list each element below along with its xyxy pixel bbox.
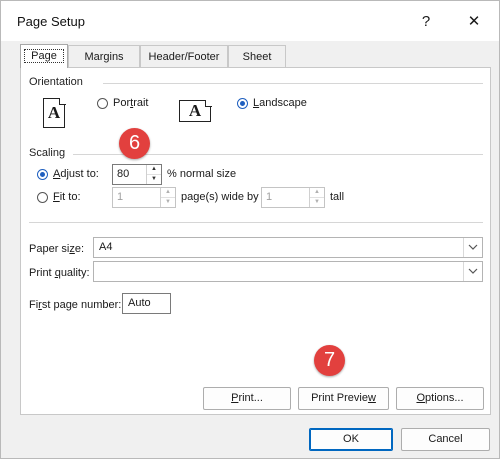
fit-to-label[interactable]: Fit to: xyxy=(53,191,81,203)
adjust-to-label[interactable]: Adjust to: xyxy=(53,168,99,180)
tab-margins[interactable]: Margins xyxy=(68,45,140,67)
spin-down-icon[interactable]: ▼ xyxy=(147,175,161,184)
first-page-number-label: First page number: xyxy=(29,299,122,311)
tab-page[interactable]: Page xyxy=(20,44,68,68)
fit-tall-stepper[interactable]: 1 ▲ ▼ xyxy=(261,187,325,208)
print-quality-label: Print quality: xyxy=(29,267,90,279)
title-bar: Page Setup ? ✕ xyxy=(1,1,499,41)
fit-wide-value: 1 xyxy=(117,191,124,203)
ok-button[interactable]: OK xyxy=(309,428,393,451)
print-button[interactable]: Print... xyxy=(203,387,291,410)
cancel-button[interactable]: Cancel xyxy=(401,428,490,451)
spin-up-icon[interactable]: ▲ xyxy=(161,188,175,198)
close-icon[interactable]: ✕ xyxy=(459,9,489,35)
spin-down-icon[interactable]: ▼ xyxy=(161,198,175,207)
spin-up-icon[interactable]: ▲ xyxy=(147,165,161,175)
chevron-down-icon[interactable] xyxy=(463,238,482,257)
tab-sheet[interactable]: Sheet xyxy=(228,45,286,67)
scaling-label: Scaling xyxy=(29,147,66,159)
options-button[interactable]: Options... xyxy=(396,387,484,410)
step-6-badge: 6 xyxy=(119,128,150,159)
paper-size-label: Paper size: xyxy=(29,243,85,255)
print-quality-select[interactable] xyxy=(93,261,483,282)
spin-up-icon[interactable]: ▲ xyxy=(310,188,324,198)
landscape-radio[interactable] xyxy=(237,98,248,109)
fit-wide-unit: page(s) wide by xyxy=(181,191,259,203)
portrait-radio[interactable] xyxy=(97,98,108,109)
dialog-title: Page Setup xyxy=(17,14,85,29)
paper-size-select[interactable]: A4 xyxy=(93,237,483,258)
adjust-to-radio[interactable] xyxy=(37,169,48,180)
adjust-to-stepper[interactable]: 80 ▲ ▼ xyxy=(112,164,162,185)
paper-divider xyxy=(29,222,483,223)
help-icon[interactable]: ? xyxy=(411,9,441,35)
paper-size-value: A4 xyxy=(99,241,113,253)
fit-wide-stepper[interactable]: 1 ▲ ▼ xyxy=(112,187,176,208)
adjust-to-unit: % normal size xyxy=(167,168,237,180)
portrait-label[interactable]: Portrait xyxy=(113,97,148,109)
tab-header-footer[interactable]: Header/Footer xyxy=(140,45,228,67)
portrait-page-icon: A xyxy=(43,97,66,128)
chevron-down-icon[interactable] xyxy=(463,262,482,281)
fit-to-radio[interactable] xyxy=(37,192,48,203)
page-setup-dialog: Page Setup ? ✕ Page Margins Header/Foote… xyxy=(0,0,500,459)
step-7-badge: 7 xyxy=(314,345,345,376)
first-page-number-input[interactable]: Auto xyxy=(122,293,171,314)
landscape-label[interactable]: Landscape xyxy=(253,97,307,109)
fit-tall-value: 1 xyxy=(266,191,273,203)
spin-down-icon[interactable]: ▼ xyxy=(310,198,324,207)
orientation-label: Orientation xyxy=(29,76,83,88)
print-preview-button[interactable]: Print Preview xyxy=(298,387,389,410)
fit-tall-unit: tall xyxy=(330,191,345,203)
orientation-divider xyxy=(103,83,483,84)
page-tab-panel: Orientation A Portrait A Landscape Scali… xyxy=(20,67,491,415)
adjust-to-value: 80 xyxy=(117,168,130,180)
landscape-page-icon: A xyxy=(179,99,212,122)
